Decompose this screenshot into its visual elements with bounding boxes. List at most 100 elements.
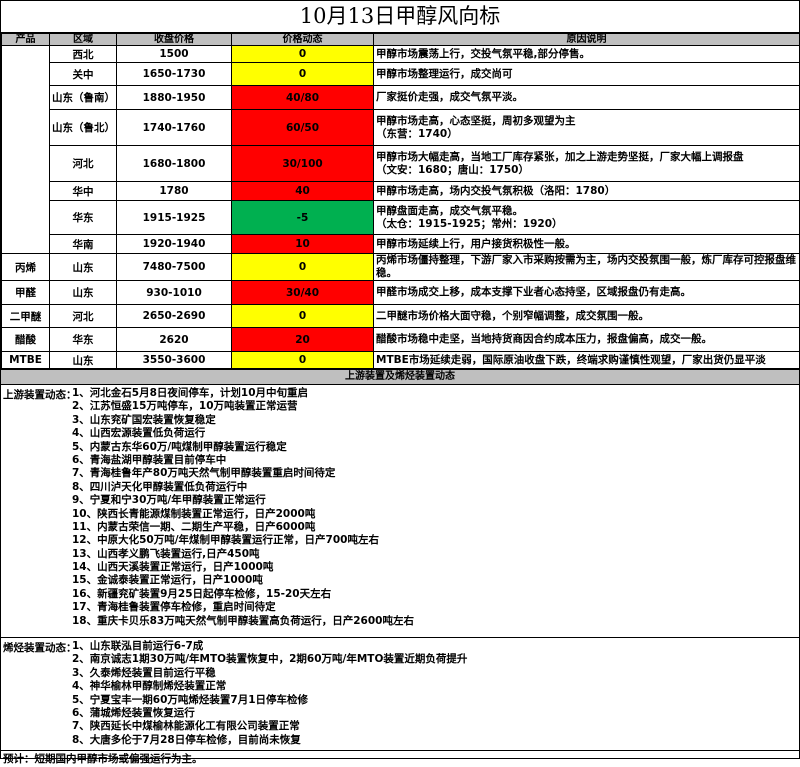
change-cell: 40: [231, 181, 374, 201]
change-cell: -5: [231, 200, 374, 235]
product-cell: 二甲醚: [1, 304, 50, 328]
report-title: 10月13日甲醇风向标: [1, 1, 799, 33]
reason-cell: 甲醛市场成交上移，成本支撑下业者心态持坚，区域报盘仍有走高。: [373, 280, 800, 305]
table-row: 醋酸 华东 2620 20 醋酸市场稳中走坚，当地持货商因合约成本压力，报盘偏高，成交一…: [1, 327, 800, 352]
olefin-list-item: 5、宁夏宝丰一期60万吨烯烃装置7月1日停车检修: [72, 693, 309, 706]
change-cell: 40/80: [231, 85, 374, 110]
table-row: 华中 1780 40 甲醇市场走高，场内交投气氛积极（洛阳：1780）: [2, 181, 800, 201]
region-cell: 山东: [49, 253, 117, 281]
change-cell: 0: [231, 304, 374, 328]
table-row: 华南 1920-1940 10 甲醇市场延续上行，用户接货积极性一般。: [2, 234, 800, 254]
change-cell: 0: [231, 351, 374, 369]
reason-cell: 甲醇市场延续上行，用户接货积极性一般。: [373, 234, 800, 254]
upstream-section-title: 上游装置及烯烃装置动态: [1, 369, 799, 385]
olefin-list-item: 6、蒲城烯烃装置恢复运行: [72, 706, 195, 719]
upstream-list-item: 10、陕西长青能源煤制装置正常运行，日产2000吨: [72, 507, 316, 520]
upstream-list-item: 9、宁夏和宁30万吨/年甲醇装置正常运行: [72, 494, 266, 507]
reason-cell: 甲醇盘面走高，成交气氛平稳。 （太仓：1915-1925；常州：1920）: [373, 200, 800, 235]
reason-cell: 甲醇市场整理运行，成交尚可: [373, 62, 800, 86]
reason-cell: MTBE市场延续走弱，国际原油收盘下跌，终端求购谨慎性观望，厂家出货仍显平淡: [373, 351, 800, 369]
region-cell: 关中: [49, 62, 117, 86]
price-cell: 1680-1800: [116, 145, 232, 182]
product-cell: 甲醛: [1, 280, 50, 305]
header-product: 产品: [1, 33, 50, 46]
region-cell: 山东（鲁南）: [49, 85, 117, 110]
upstream-list-item: 14、山西天溪装置正常运行，日产1000吨: [72, 561, 274, 574]
region-cell: 华中: [49, 181, 117, 201]
price-table: 产品 区域 收盘价格 价格动态 原因说明 西北 1500 0 甲醇市场震荡上行，交投气…: [1, 33, 800, 369]
product-cell: 醋酸: [1, 327, 50, 352]
price-cell: 1650-1730: [116, 62, 232, 86]
product-cell: MTBE: [1, 351, 50, 369]
upstream-list-item: 12、中原大化50万吨/年煤制甲醇装置运行正常，日产700吨左右: [72, 534, 379, 547]
region-cell: 河北: [49, 304, 117, 328]
region-cell: 山东（鲁北）: [49, 109, 117, 146]
olefin-list-item: 1、山东联泓目前运行6-7成: [72, 640, 204, 652]
upstream-list-item: 2、江苏恒盛15万吨停车，10万吨装置正常运营: [72, 400, 298, 413]
region-cell: 西北: [49, 45, 117, 63]
change-cell: 10: [231, 234, 374, 254]
olefin-list-item: 4、神华榆林甲醇制烯烃装置正常: [72, 680, 227, 693]
upstream-list-item: 13、山西孝义鹏飞装置运行,日产450吨: [72, 547, 260, 560]
header-price: 收盘价格: [116, 33, 232, 46]
reason-cell: 厂家挺价走强，成交气氛平淡。: [373, 85, 800, 110]
reason-cell: 丙烯市场僵持整理，下游厂家入市采购按需为主，场内交投氛围一般，炼厂库存可控报盘维…: [373, 253, 800, 281]
header-reason: 原因说明: [373, 33, 800, 46]
price-cell: 1880-1950: [116, 85, 232, 110]
change-cell: 20: [231, 327, 374, 352]
upstream-list-item: 17、青海桂鲁装置停车检修，重启时间待定: [72, 601, 276, 614]
upstream-block: 上游装置动态： 1、河北金石5月8日夜间停车，计划10月中旬重启 2、江苏恒盛15…: [1, 385, 799, 637]
table-row: 丙烯 山东 7480-7500 0 丙烯市场僵持整理，下游厂家入市采购按需为主，场内交投…: [1, 253, 800, 281]
price-cell: 2620: [116, 327, 232, 352]
change-cell: 30/40: [231, 280, 374, 305]
change-cell: 0: [231, 45, 374, 63]
change-cell: 30/100: [231, 145, 374, 182]
reason-cell: 醋酸市场稳中走坚，当地持货商因合约成本压力，报盘偏高，成交一般。: [373, 327, 800, 352]
price-cell: 1915-1925: [116, 200, 232, 235]
reason-cell: 甲醇市场走高，心态坚挺，周初多观望为主 （东营：1740）: [373, 109, 800, 146]
price-cell: 1920-1940: [116, 234, 232, 254]
product-cell: 丙烯: [1, 253, 50, 281]
olefin-block: 烯烃装置动态： 1、山东联泓目前运行6-7成 2、南京诚志1期30万吨/年MTO装…: [1, 637, 799, 750]
price-cell: 2650-2690: [116, 304, 232, 328]
olefin-list-item: 7、陕西延长中煤榆林能源化工有限公司装置正常: [72, 720, 300, 733]
change-cell: 60/50: [231, 109, 374, 146]
table-row: 山东（鲁南） 1880-1950 40/80 厂家挺价走强，成交气氛平淡。: [2, 85, 800, 110]
price-cell: 930-1010: [116, 280, 232, 305]
upstream-list-item: 16、新疆兖矿装置9月25日起停车检修，15-20天左右: [72, 587, 332, 600]
region-cell: 华南: [49, 234, 117, 254]
table-row: 二甲醚 河北 2650-2690 0 二甲醚市场价格大面守稳，个别窄幅调整，成交氛围一般…: [1, 304, 800, 328]
table-row: 西北 1500 0 甲醇市场震荡上行，交投气氛平稳,部分停售。: [1, 45, 800, 254]
reason-cell: 甲醇市场走高，场内交投气氛积极（洛阳：1780）: [373, 181, 800, 201]
report-sheet: 10月13日甲醇风向标 产品 区域 收盘价格 价格动态 原因说明 西北 1500 0…: [0, 0, 800, 765]
price-cell: 7480-7500: [116, 253, 232, 281]
region-cell: 山东: [49, 351, 117, 369]
upstream-list-item: 8、四川泸天化甲醇装置低负荷运行中: [72, 480, 248, 493]
reason-cell: 甲醇市场震荡上行，交投气氛平稳,部分停售。: [373, 45, 800, 63]
price-cell: 1500: [116, 45, 232, 63]
price-cell: 1780: [116, 181, 232, 201]
region-cell: 山东: [49, 280, 117, 305]
price-cell: 3550-3600: [116, 351, 232, 369]
header-change: 价格动态: [231, 33, 374, 46]
upstream-list-item: 18、重庆卡贝乐83万吨天然气制甲醇装置高负荷运行，日产2600吨左右: [72, 614, 414, 627]
olefin-list-item: 8、大唐多伦于7月28日停车检修，目前尚未恢复: [72, 733, 301, 746]
table-row: 山东（鲁北） 1740-1760 60/50 甲醇市场走高，心态坚挺，周初多观望为主 …: [2, 109, 800, 146]
upstream-list-item: 6、青海盐湖甲醇装置目前停车中: [72, 453, 227, 466]
upstream-list-item: 11、内蒙古荣信一期、二期生产平稳，日产6000吨: [72, 520, 316, 533]
table-header-row: 产品 区域 收盘价格 价格动态 原因说明: [1, 33, 800, 46]
upstream-list-item: 5、内蒙古东华60万/吨煤制甲醇装置运行稳定: [72, 440, 287, 453]
table-row: 关中 1650-1730 0 甲醇市场整理运行，成交尚可: [2, 62, 800, 86]
upstream-lead: 上游装置动态：: [3, 389, 77, 401]
table-row: 华东 1915-1925 -5 甲醇盘面走高，成交气氛平稳。 （太仓：1915-192…: [2, 200, 800, 235]
upstream-list-item: 3、山东兖矿国宏装置恢复稳定: [72, 413, 216, 426]
product-cell: [1, 45, 50, 254]
region-cell: 华东: [49, 200, 117, 235]
region-cell: 华东: [49, 327, 117, 352]
reason-cell: 二甲醚市场价格大面守稳，个别窄幅调整，成交氛围一般。: [373, 304, 800, 328]
change-cell: 0: [231, 253, 374, 281]
upstream-list-item: 1、河北金石5月8日夜间停车，计划10月中旬重启: [72, 387, 309, 399]
table-row: 甲醛 山东 930-1010 30/40 甲醛市场成交上移，成本支撑下业者心态持坚，区域…: [1, 280, 800, 305]
upstream-list-item: 4、山西宏源装置低负荷运行: [72, 427, 206, 440]
table-row: MTBE 山东 3550-3600 0 MTBE市场延续走弱，国际原油收盘下跌，终端求购…: [1, 351, 800, 369]
